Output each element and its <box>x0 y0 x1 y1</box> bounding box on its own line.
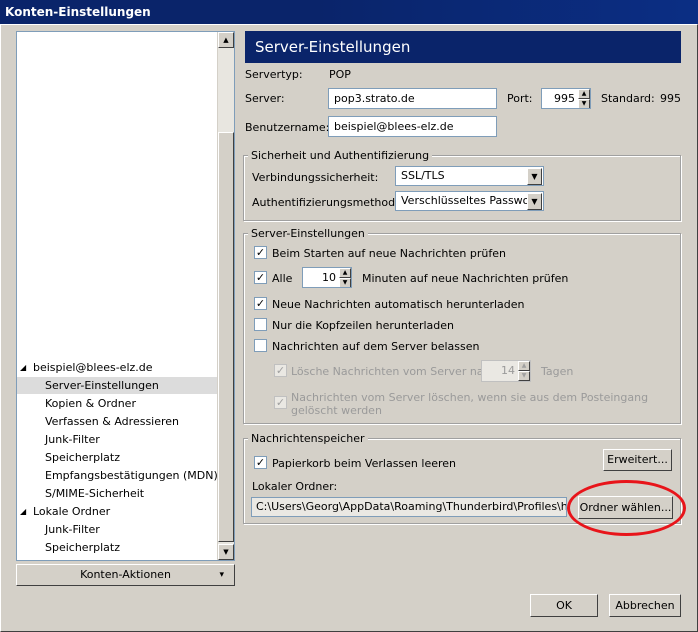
spin-up-icon[interactable]: ▲ <box>578 89 590 99</box>
connection-security-value: SSL/TLS <box>401 169 445 182</box>
cancel-button[interactable]: Abbrechen <box>609 594 681 617</box>
delete-when-removed-checkbox[interactable]: ✓ <box>274 396 287 409</box>
spin-down-icon[interactable]: ▼ <box>339 278 351 287</box>
account-actions-label: Konten-Aktionen <box>80 568 171 581</box>
tree-sub-item[interactable]: Junk-Filter <box>17 521 218 538</box>
connection-security-select[interactable]: SSL/TLS ▼ <box>395 166 544 186</box>
standard-value: 995 <box>660 92 681 105</box>
server-settings-legend: Server-Einstellungen <box>248 227 368 240</box>
auth-method-select[interactable]: Verschlüsseltes Passwort ▼ <box>395 191 544 211</box>
tree-item-label: Verfassen & Adressieren <box>45 415 180 428</box>
tree-sub-item[interactable]: Speicherplatz <box>17 449 218 466</box>
check-every-suffix: Minuten auf neue Nachrichten prüfen <box>362 272 569 285</box>
security-group <box>243 155 681 221</box>
tree-expander-icon[interactable]: ◢ <box>20 503 26 520</box>
port-input[interactable]: 995 ▲ ▼ <box>541 88 591 109</box>
tree-sub-item[interactable]: Speicherplatz <box>17 539 218 556</box>
server-label: Server: <box>245 92 285 105</box>
tree-sub-item[interactable]: Junk-Filter <box>17 431 218 448</box>
tree-sub-item[interactable]: Server-Einstellungen <box>17 377 218 394</box>
delete-after-value: 14 <box>501 364 515 377</box>
window-title: Konten-Einstellungen <box>5 5 151 19</box>
tree-account-item[interactable]: ◢ Lokale Ordner <box>17 503 218 520</box>
empty-trash-checkbox[interactable]: ✓ <box>254 456 267 469</box>
local-folder-label: Lokaler Ordner: <box>252 480 338 493</box>
username-input[interactable]: beispiel@blees-elz.de <box>328 116 497 137</box>
tree-item-label: Kopien & Ordner <box>45 397 136 410</box>
scroll-up-icon[interactable]: ▲ <box>218 32 234 48</box>
tree-item-label: beispiel@blees-elz.de <box>33 361 153 374</box>
delete-after-label: Lösche Nachrichten vom Server nach <box>291 365 497 378</box>
scroll-thumb[interactable] <box>218 132 234 542</box>
auth-method-value: Verschlüsseltes Passwort <box>401 194 539 207</box>
headers-only-checkbox[interactable] <box>254 318 267 331</box>
check-on-start-label: Beim Starten auf neue Nachrichten prüfen <box>272 247 506 260</box>
tree-sub-item[interactable]: Empfangsbestätigungen (MDN) <box>17 467 218 484</box>
server-input[interactable]: pop3.strato.de <box>328 88 497 109</box>
tree-sub-item[interactable]: Verfassen & Adressieren <box>17 413 218 430</box>
check-every-label: Alle <box>272 272 293 285</box>
auto-download-checkbox[interactable]: ✓ <box>254 297 267 310</box>
tree-item-label: Junk-Filter <box>45 523 100 536</box>
empty-trash-label: Papierkorb beim Verlassen leeren <box>272 457 457 470</box>
leave-on-server-label: Nachrichten auf dem Server belassen <box>272 340 480 353</box>
combo-arrow-icon[interactable]: ▼ <box>527 168 542 185</box>
spin-down-icon[interactable]: ▼ <box>578 99 590 108</box>
check-on-start-checkbox[interactable]: ✓ <box>254 246 267 259</box>
delete-when-removed-label: Nachrichten vom Server löschen, wenn sie… <box>291 391 649 417</box>
connection-security-label: Verbindungssicherheit: <box>252 171 379 184</box>
leave-on-server-checkbox[interactable] <box>254 339 267 352</box>
tree-scrollbar[interactable]: ▲ ▼ <box>217 32 234 560</box>
choose-folder-button[interactable]: Ordner wählen... <box>578 496 673 519</box>
combo-arrow-icon[interactable]: ▼ <box>527 193 542 210</box>
window-title-bar[interactable]: Konten-Einstellungen <box>0 0 698 24</box>
standard-label: Standard: <box>601 92 655 105</box>
local-folder-path[interactable]: C:\Users\Georg\AppData\Roaming\Thunderbi… <box>251 497 567 517</box>
port-value: 995 <box>554 92 575 105</box>
check-interval-input[interactable]: 10 ▲ ▼ <box>302 267 352 288</box>
spin-up-icon[interactable]: ▲ <box>339 268 351 278</box>
account-tree[interactable]: ◢ beispiel@blees-elz.de Server-Einstellung… <box>16 31 235 561</box>
tree-item-label: S/MIME-Sicherheit <box>45 487 145 500</box>
ok-button[interactable]: OK <box>530 594 598 617</box>
tree-item-label: Lokale Ordner <box>33 505 111 518</box>
storage-legend: Nachrichtenspeicher <box>248 432 368 445</box>
spin-up-icon[interactable]: ▲ <box>518 361 530 371</box>
account-actions-button[interactable]: Konten-Aktionen ▾ <box>16 564 235 586</box>
dropdown-arrow-icon: ▾ <box>219 570 224 580</box>
username-label: Benutzername: <box>245 121 330 134</box>
port-label: Port: <box>507 92 533 105</box>
tree-item-label: Speicherplatz <box>45 541 120 554</box>
tree-expander-icon[interactable]: ◢ <box>20 359 26 376</box>
panel-title: Server-Einstellungen <box>245 31 681 63</box>
tree-item-label: Server-Einstellungen <box>45 379 159 392</box>
delete-after-suffix: Tagen <box>541 365 574 378</box>
check-interval-value: 10 <box>322 271 336 284</box>
servertype-value: POP <box>329 68 351 81</box>
headers-only-label: Nur die Kopfzeilen herunterladen <box>272 319 454 332</box>
tree-item-label: Empfangsbestätigungen (MDN) <box>45 469 218 482</box>
tree-sub-item[interactable]: S/MIME-Sicherheit <box>17 485 218 502</box>
auth-method-label: Authentifizierungsmethode: <box>252 196 406 209</box>
scroll-down-icon[interactable]: ▼ <box>218 544 234 560</box>
security-legend: Sicherheit und Authentifizierung <box>248 149 433 162</box>
tree-sub-item[interactable]: Kopien & Ordner <box>17 395 218 412</box>
auto-download-label: Neue Nachrichten automatisch herunterlad… <box>272 298 525 311</box>
servertype-label: Servertyp: <box>245 68 303 81</box>
advanced-button[interactable]: Erweitert... <box>603 449 672 471</box>
check-every-checkbox[interactable]: ✓ <box>254 271 267 284</box>
delete-after-checkbox[interactable]: ✓ <box>274 364 287 377</box>
tree-item-label: Junk-Filter <box>45 433 100 446</box>
spin-down-icon[interactable]: ▼ <box>518 371 530 381</box>
delete-after-input[interactable]: 14 ▲ ▼ <box>481 360 531 382</box>
tree-account-item[interactable]: ◢ beispiel@blees-elz.de <box>17 359 218 376</box>
tree-item-label: Speicherplatz <box>45 451 120 464</box>
